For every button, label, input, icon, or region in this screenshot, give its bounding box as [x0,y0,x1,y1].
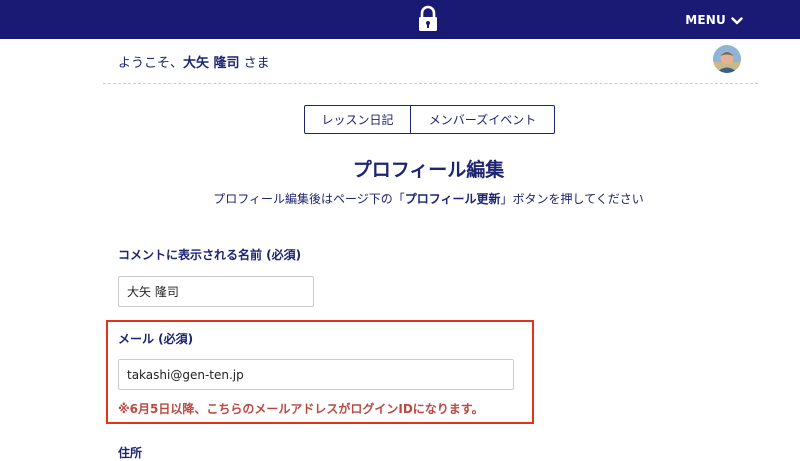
email-field[interactable]: takashi@gen-ten.jp [118,359,514,390]
page-title: プロフィール編集 [352,159,505,181]
section-divider [103,83,758,84]
instructions-emphasis: プロフィール更新 [404,192,501,206]
tab-lesson-diary[interactable]: レッスン日記 [305,106,410,133]
email-label: メール (必須) [118,332,194,346]
top-navigation-bar: MENU [0,0,800,39]
user-name: 大矢 隆司 [183,56,240,71]
display-name-field[interactable]: 大矢 隆司 [118,276,314,307]
menu-button[interactable]: MENU [685,11,743,29]
page-instructions: プロフィール編集後はページ下の「プロフィール更新」ボタンを押してください [0,190,800,207]
email-notice: ※6月5日以降、こちらのメールアドレスがログインIDになります。 [118,402,484,416]
menu-label: MENU [685,13,726,27]
lock-icon[interactable] [417,5,439,33]
tab-members-events[interactable]: メンバーズイベント [410,106,554,133]
instructions-suffix: 」ボタンを押してください [500,192,644,206]
avatar[interactable] [713,45,741,73]
chevron-down-icon [731,15,743,25]
profile-tabs: レッスン日記 メンバーズイベント [304,105,555,134]
welcome-prefix: ようこそ、 [118,56,184,71]
display-name-label: コメントに表示される名前 (必須) [118,248,302,262]
welcome-message: ようこそ、大矢 隆司 さま [118,52,270,71]
welcome-suffix: さま [239,56,270,71]
address-label: 住所 [118,446,143,460]
instructions-prefix: プロフィール編集後はページ下の「 [213,192,405,206]
